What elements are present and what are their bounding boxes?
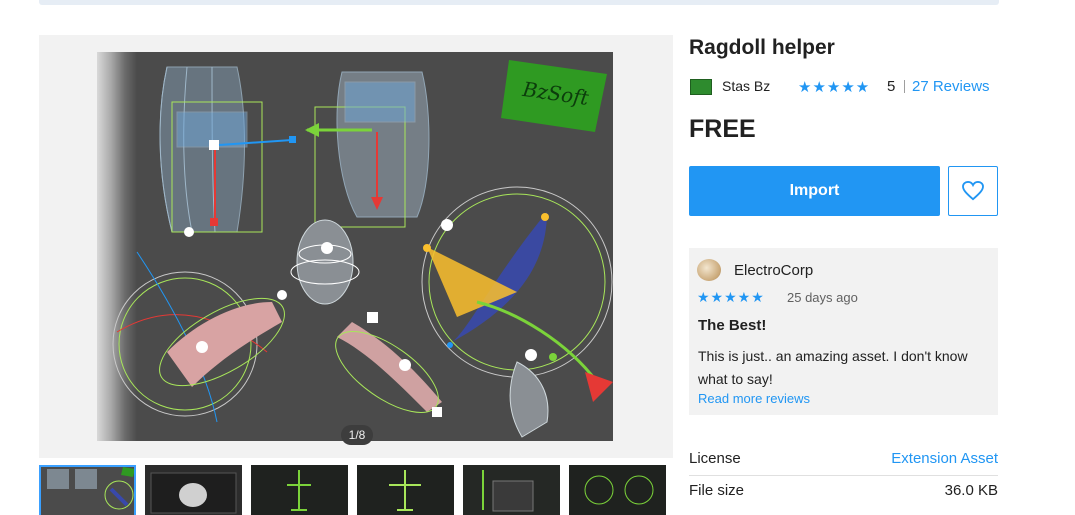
- rating-stars: ★★★★★: [798, 79, 871, 96]
- review-card: ElectroCorp ★★★★★ 25 days ago The Best! …: [689, 248, 998, 415]
- leg-wireframe-top-center: [314, 71, 430, 228]
- media-gallery: BzSoft 1/8: [39, 35, 673, 458]
- info-divider: [689, 475, 998, 476]
- thumbnail-image: [569, 465, 666, 515]
- wishlist-button[interactable]: [948, 166, 998, 216]
- bzsoft-logo-icon: [690, 79, 712, 95]
- thumbnail-3[interactable]: [251, 465, 348, 515]
- publisher-link[interactable]: Stas Bz: [722, 78, 770, 94]
- rotation-gizmo-right: [421, 186, 613, 438]
- hand-wireframe-bottom-center: [335, 312, 442, 417]
- arm-wireframe-bottom-left: [112, 251, 287, 423]
- thumbnail-6[interactable]: [569, 465, 666, 515]
- review-title: The Best!: [698, 317, 767, 334]
- reviewer-avatar: [697, 259, 721, 281]
- read-more-reviews-link[interactable]: Read more reviews: [698, 391, 810, 406]
- thumbnail-4[interactable]: [357, 465, 454, 515]
- thumbnail-image: [463, 465, 560, 515]
- image-counter: 1/8: [341, 425, 373, 445]
- file-size-label: File size: [689, 482, 745, 499]
- license-value-link[interactable]: Extension Asset: [891, 450, 998, 467]
- price-label: FREE: [689, 115, 756, 143]
- top-banner-strip: [39, 0, 999, 5]
- thumbnail-1[interactable]: [39, 465, 136, 515]
- thumbnail-image: [357, 465, 454, 515]
- product-title: Ragdoll helper: [689, 36, 835, 59]
- license-label: License: [689, 450, 741, 467]
- reviews-link[interactable]: 27 Reviews: [912, 78, 990, 95]
- review-stars: ★★★★★: [697, 289, 765, 305]
- ragdoll-preview-illustration: BzSoft: [112, 60, 613, 438]
- bzsoft-watermark-logo: BzSoft: [501, 60, 607, 132]
- thumbnail-image: [251, 465, 348, 515]
- review-author: ElectroCorp: [734, 262, 814, 279]
- import-button[interactable]: Import: [689, 166, 940, 216]
- rating-divider: [904, 80, 905, 93]
- head-wireframe: [290, 219, 360, 305]
- heart-icon: [962, 181, 984, 201]
- review-date: 25 days ago: [787, 290, 858, 305]
- thumbnail-strip: [39, 465, 679, 515]
- file-size-value: 36.0 KB: [944, 482, 998, 499]
- thumbnail-2[interactable]: [145, 465, 242, 515]
- thumbnail-5[interactable]: [463, 465, 560, 515]
- rating-value: 5: [887, 78, 896, 95]
- review-body: This is just.. an amazing asset. I don't…: [698, 348, 968, 387]
- main-preview-image[interactable]: BzSoft: [97, 52, 613, 441]
- thumbnail-image: [145, 465, 242, 515]
- thumbnail-image: [39, 465, 136, 515]
